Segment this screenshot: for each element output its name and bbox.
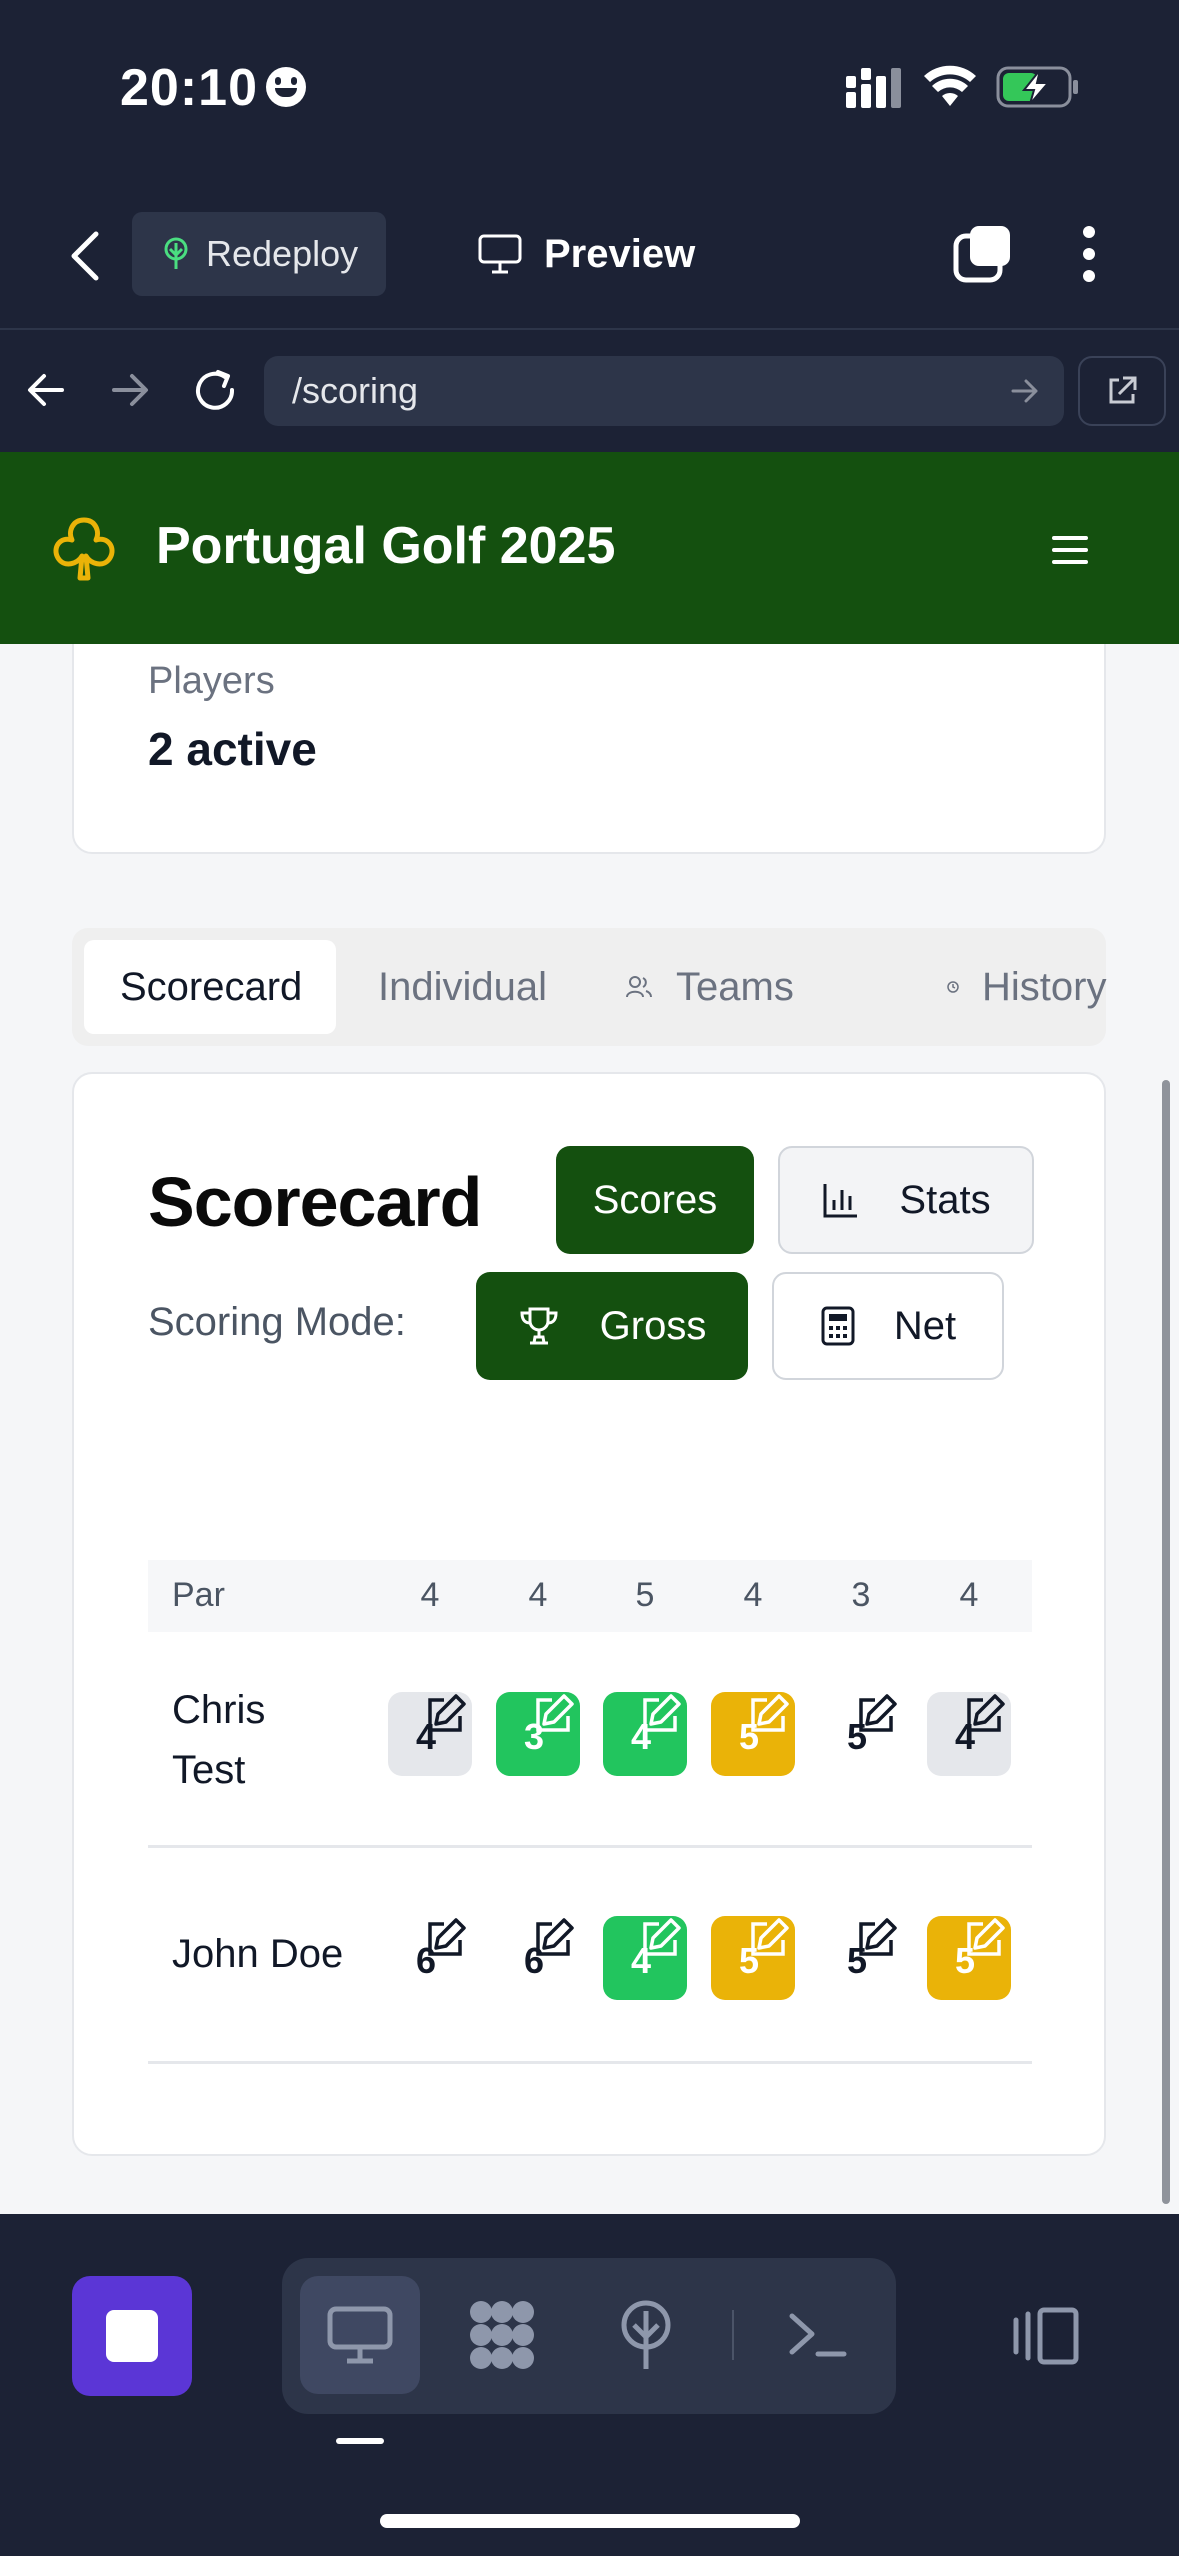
par-hole-3: 5 (635, 1576, 655, 1614)
tree-icon (164, 237, 188, 269)
bottom-dock (0, 2214, 1179, 2556)
scorecard-title: Scorecard (148, 1163, 482, 1241)
stop-icon[interactable] (72, 2276, 192, 2396)
dock-preview-button[interactable] (300, 2276, 420, 2394)
par-hole-4: 4 (743, 1576, 763, 1614)
arrow-left-icon[interactable] (26, 372, 66, 408)
stats-view-button[interactable]: Stats (778, 1146, 1034, 1254)
edit-icon (751, 1918, 789, 1956)
chevron-left-icon[interactable] (62, 228, 110, 284)
tabs-icon[interactable] (952, 224, 1012, 284)
status-time: 20:10 (120, 58, 306, 118)
scrollbar[interactable] (1162, 1080, 1170, 2204)
signal-icon (846, 68, 901, 108)
players-card: Players 2 active (72, 644, 1106, 854)
calculator-icon (821, 1306, 855, 1346)
par-hole-1: 4 (420, 1576, 440, 1614)
tab-individual[interactable]: Individual (378, 940, 547, 1034)
open-external-button[interactable] (1078, 356, 1166, 426)
terminal-icon (789, 2313, 847, 2357)
score-cell[interactable]: 5 (711, 1916, 795, 2000)
monitor-icon (478, 234, 522, 274)
player-row-chris-test: Chris Test 434554 (148, 1632, 1032, 1848)
wifi-icon (924, 65, 976, 106)
external-link-icon (1109, 376, 1137, 404)
gross-mode-button[interactable]: Gross (476, 1272, 748, 1380)
trophy-icon (520, 1307, 558, 1345)
par-row: Par 4 4 5 4 3 4 (148, 1560, 1032, 1632)
dock-separator (732, 2310, 734, 2360)
player-name: Chris Test (172, 1688, 266, 1792)
clock-icon (947, 981, 959, 993)
arrow-right-icon[interactable] (110, 372, 150, 408)
score-cell[interactable]: 3 (496, 1692, 580, 1776)
par-label: Par (172, 1576, 225, 1614)
tab-teams[interactable]: Teams (626, 940, 794, 1034)
edit-icon (428, 1918, 466, 1956)
app-bar: Redeploy Preview (0, 180, 1179, 330)
dock-deploy-button[interactable] (586, 2276, 706, 2394)
bar-chart-icon (823, 1184, 858, 1218)
smiley-icon (266, 67, 306, 108)
player-row-john-doe: John Doe 664555 (148, 1848, 1032, 2064)
tab-history[interactable]: History (946, 940, 1106, 1034)
par-hole-2: 4 (528, 1576, 548, 1614)
main-content: Players 2 active Scorecard Individual Te… (0, 644, 1179, 2214)
redeploy-button[interactable]: Redeploy (132, 212, 386, 296)
score-cell[interactable]: 4 (603, 1916, 687, 2000)
player-name: John Doe (172, 1932, 344, 1976)
url-field[interactable]: /scoring (264, 356, 1064, 426)
score-cell[interactable]: 4 (927, 1692, 1011, 1776)
score-cell[interactable]: 6 (496, 1916, 580, 2000)
score-cell[interactable]: 4 (603, 1692, 687, 1776)
dock-apps-button[interactable] (442, 2276, 562, 2394)
battery-charging-icon (996, 66, 1078, 108)
score-cell[interactable]: 4 (388, 1692, 472, 1776)
par-hole-6: 4 (959, 1576, 979, 1614)
edit-icon (643, 1918, 681, 1956)
score-cell[interactable]: 5 (927, 1916, 1011, 2000)
edit-icon (751, 1694, 789, 1732)
users-icon (626, 976, 652, 998)
status-bar: 20:10 (0, 0, 1179, 180)
edit-icon (859, 1694, 897, 1732)
players-count: 2 active (148, 723, 317, 775)
score-cell[interactable]: 6 (388, 1916, 472, 2000)
dock-terminal-button[interactable] (758, 2276, 878, 2394)
score-cell[interactable]: 5 (819, 1916, 903, 2000)
browser-bar: /scoring (0, 332, 1179, 452)
tab-scorecard[interactable]: Scorecard (84, 940, 336, 1034)
monitor-icon (327, 2306, 393, 2364)
scorecard-card: Scorecard Scores Stats Scoring Mode: Gro… (72, 1072, 1106, 2156)
scoring-tabs: Scorecard Individual Teams History (72, 928, 1106, 1046)
site-header: Portugal Golf 2025 (0, 452, 1179, 644)
arrow-go-icon[interactable] (1010, 376, 1040, 406)
site-title: Portugal Golf 2025 (156, 517, 616, 575)
scoring-mode-label: Scoring Mode: (148, 1300, 406, 1344)
players-label: Players (148, 660, 275, 702)
active-indicator (336, 2438, 384, 2444)
dock-tool-group (282, 2258, 896, 2414)
score-cell[interactable]: 5 (711, 1692, 795, 1776)
net-mode-button[interactable]: Net (772, 1272, 1004, 1380)
home-indicator (380, 2514, 800, 2528)
grid-icon (470, 2301, 534, 2369)
reload-icon[interactable] (192, 368, 238, 414)
edit-icon (967, 1694, 1005, 1732)
club-icon (53, 517, 115, 581)
edit-icon (536, 1918, 574, 1956)
edit-icon (643, 1694, 681, 1732)
par-hole-5: 3 (851, 1576, 871, 1614)
edit-icon (967, 1918, 1005, 1956)
sidebar-toggle-icon[interactable] (1010, 2306, 1080, 2366)
edit-icon (859, 1918, 897, 1956)
edit-icon (428, 1694, 466, 1732)
scores-view-button[interactable]: Scores (556, 1146, 754, 1254)
tree-icon (621, 2300, 671, 2369)
kebab-icon[interactable] (1080, 224, 1098, 284)
hamburger-icon[interactable] (1052, 536, 1088, 564)
preview-button[interactable]: Preview (478, 212, 695, 296)
edit-icon (536, 1694, 574, 1732)
score-cell[interactable]: 5 (819, 1692, 903, 1776)
